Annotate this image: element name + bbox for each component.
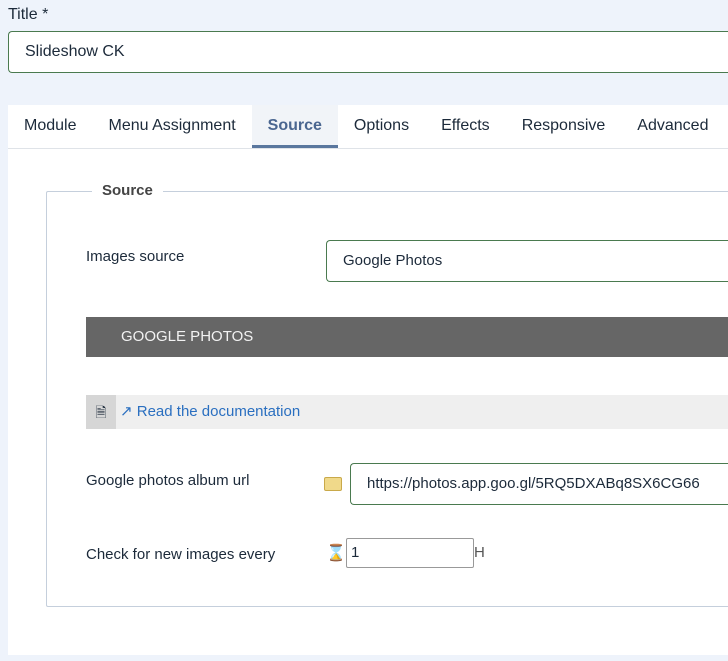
tab-advanced[interactable]: Advanced	[621, 105, 724, 148]
tab-responsive[interactable]: Responsive	[506, 105, 622, 148]
doc-link-text: Read the documentation	[136, 403, 301, 420]
documentation-bar: 🗎 ↗ Read the documentation	[86, 395, 728, 429]
document-icon: 🗎	[86, 395, 116, 429]
images-source-select[interactable]: Google Photos	[326, 240, 728, 282]
module-panel: Module Menu Assignment Source Options Ef…	[8, 105, 728, 655]
hourglass-icon: ⌛	[326, 545, 346, 562]
tab-bar: Module Menu Assignment Source Options Ef…	[8, 105, 728, 149]
check-interval-input[interactable]: 1	[346, 538, 474, 568]
album-url-label: Google photos album url	[86, 472, 250, 489]
title-label: Title *	[8, 6, 49, 23]
folder-search-icon[interactable]	[324, 477, 342, 491]
tab-menu-assignment[interactable]: Menu Assignment	[92, 105, 251, 148]
check-interval-label: Check for new images every	[86, 546, 276, 563]
fieldset-legend: Source	[92, 182, 163, 199]
read-documentation-link[interactable]: ↗ Read the documentation	[120, 395, 300, 429]
title-input[interactable]: Slideshow CK	[8, 31, 728, 73]
tab-source[interactable]: Source	[251, 105, 338, 148]
tab-effects[interactable]: Effects	[425, 105, 506, 148]
album-url-input[interactable]: https://photos.app.goo.gl/5RQ5DXABq8SX6C…	[350, 463, 728, 505]
tab-options[interactable]: Options	[338, 105, 425, 148]
interval-unit: H	[474, 544, 485, 561]
tab-module[interactable]: Module	[8, 105, 92, 148]
google-photos-header: GOOGLE PHOTOS	[86, 317, 728, 357]
images-source-label: Images source	[86, 248, 185, 265]
external-link-icon: ↗	[120, 403, 133, 420]
